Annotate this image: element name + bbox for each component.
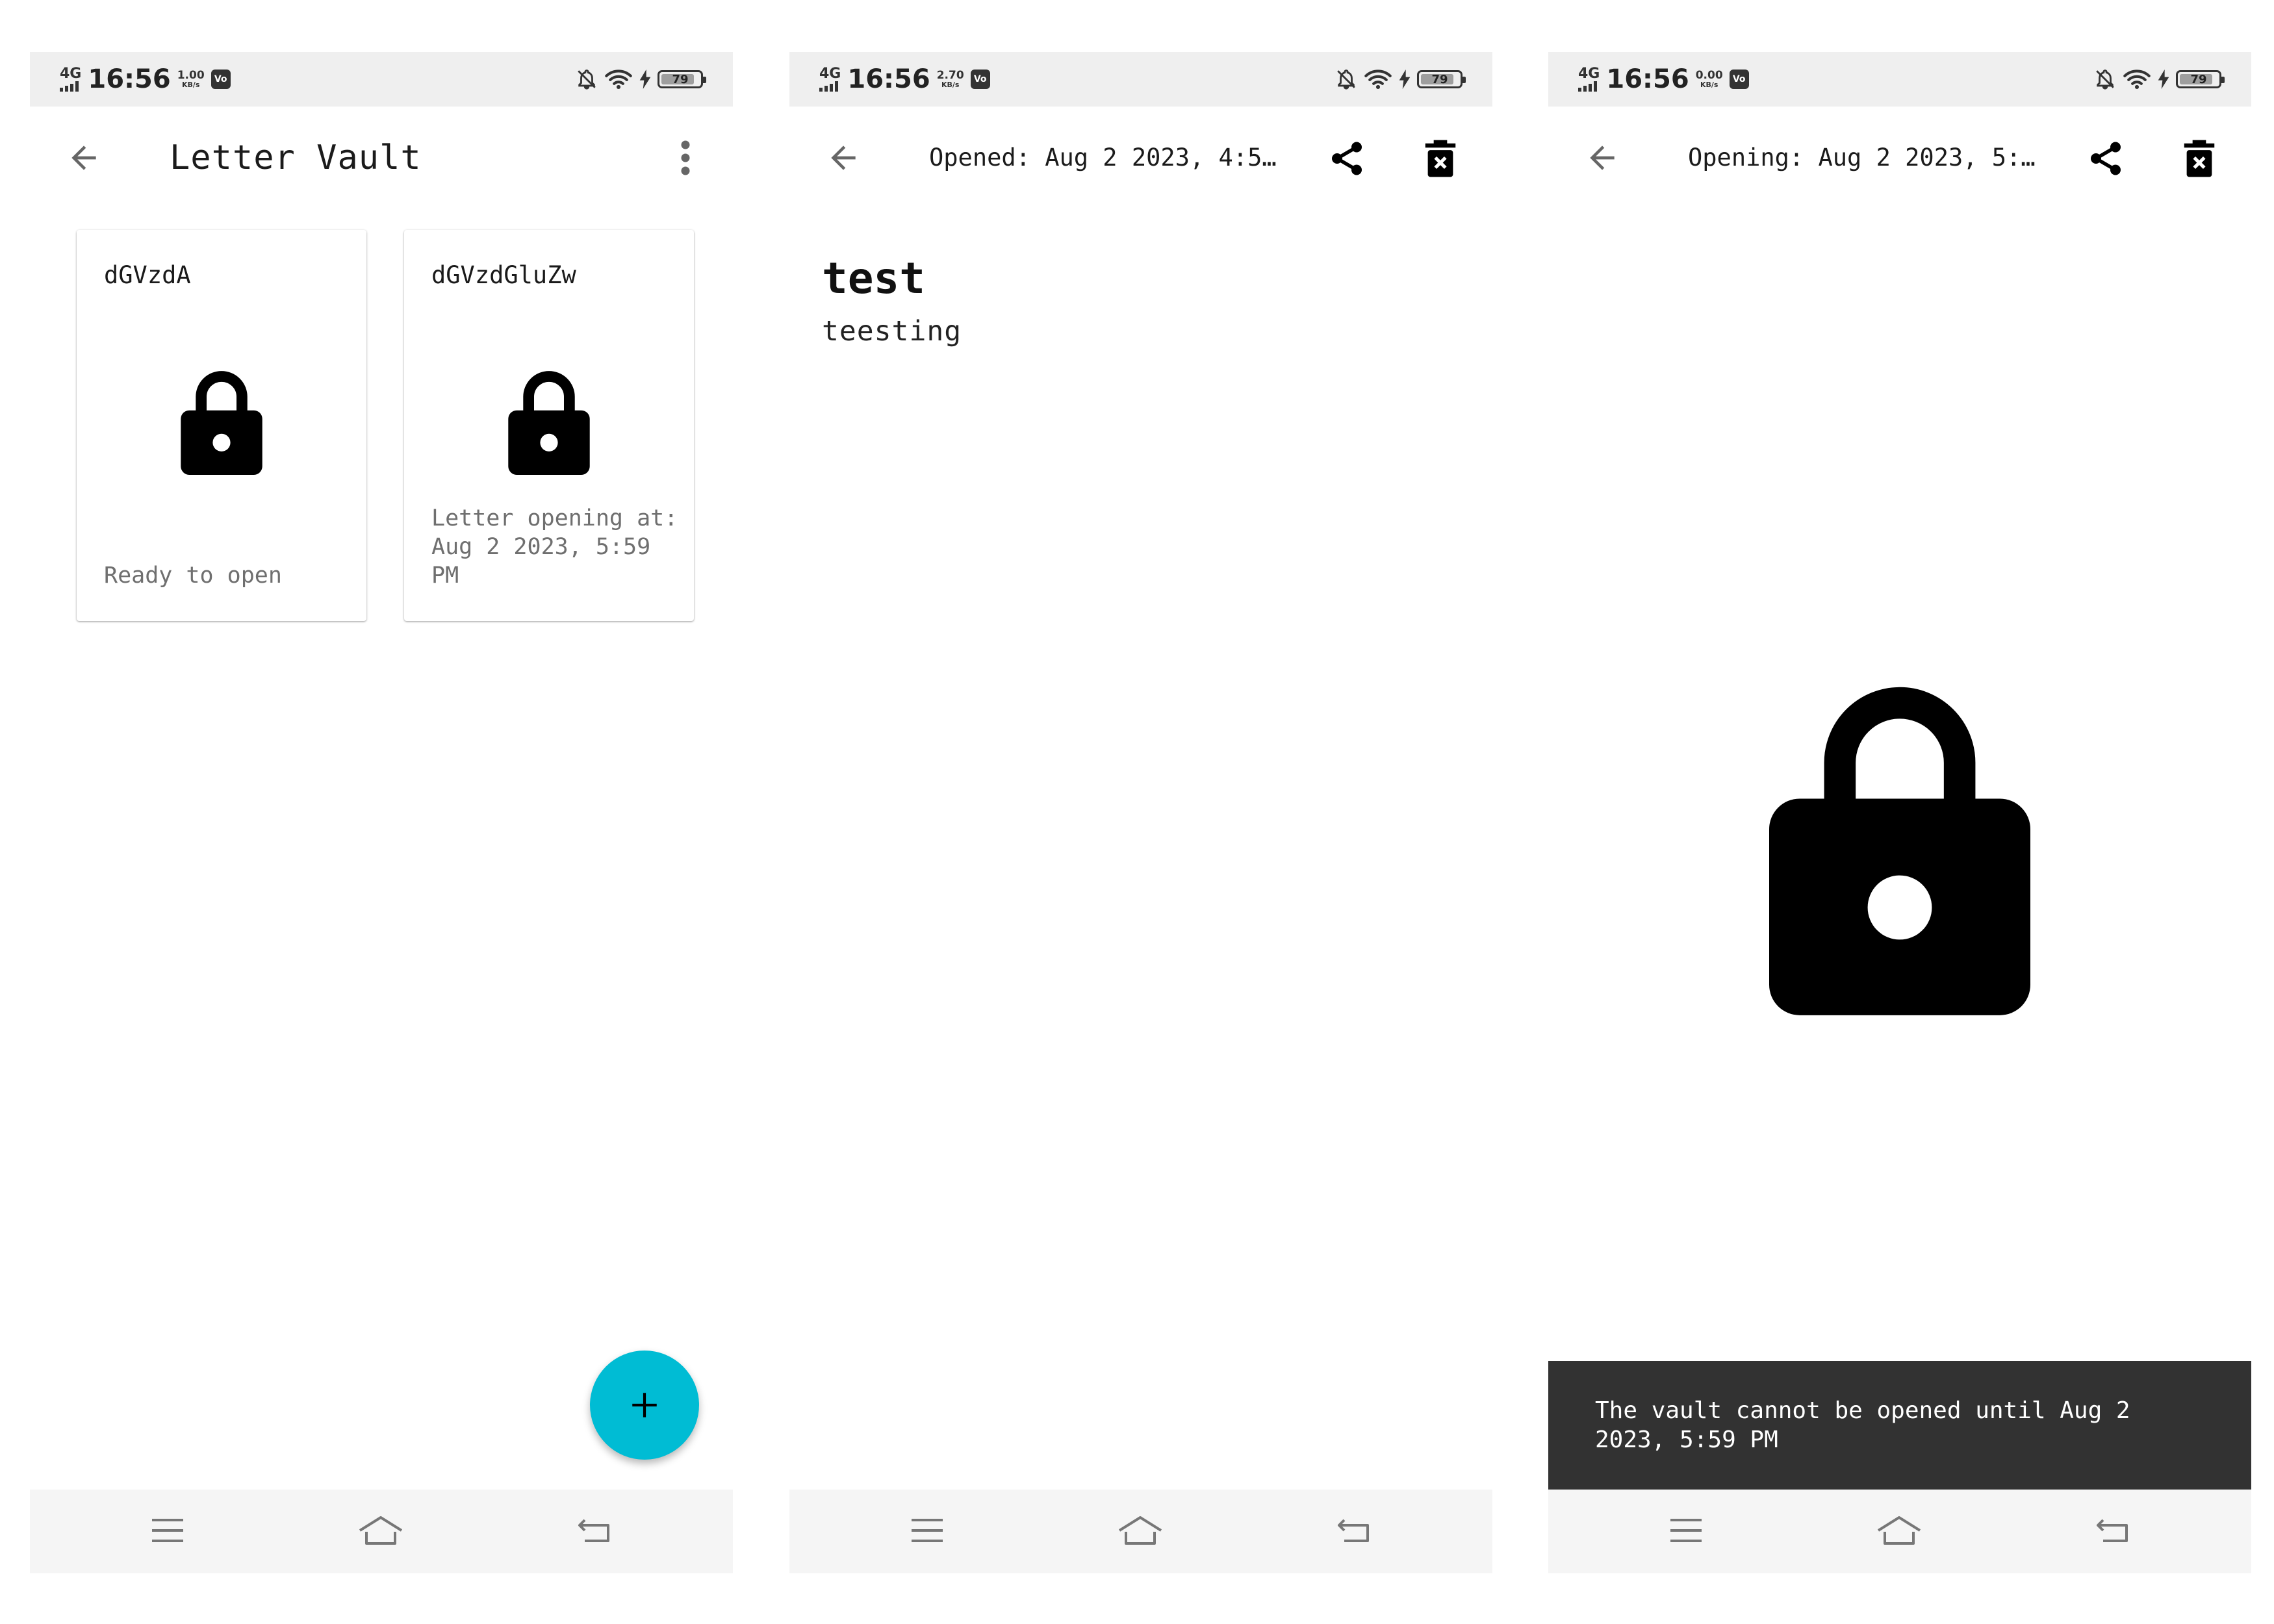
back-button[interactable] [822, 136, 865, 179]
network-speed: 2.70 KB/s [936, 68, 964, 89]
network-speed: 0.00 KB/s [1695, 68, 1723, 89]
nav-recents-button[interactable] [1660, 1508, 1712, 1553]
arrow-left-icon [831, 146, 856, 170]
nav-recents-button[interactable] [142, 1508, 194, 1553]
wifi-icon [605, 70, 632, 89]
delete-forever-icon [1425, 140, 1456, 177]
charging-icon [639, 70, 651, 89]
snackbar-message: The vault cannot be opened until Aug 2 2… [1595, 1397, 2130, 1453]
status-time: 16:56 [1606, 64, 1689, 94]
more-vert-icon [681, 140, 690, 175]
add-letter-button[interactable] [590, 1351, 699, 1460]
letter-card-status: Ready to open [104, 563, 282, 589]
nav-home-button[interactable] [1114, 1508, 1166, 1553]
nav-home-button[interactable] [355, 1508, 407, 1553]
share-icon [1332, 142, 1362, 175]
volte-icon: Vo [1729, 70, 1749, 89]
lock-icon [1769, 687, 2030, 1015]
share-button[interactable] [2082, 135, 2129, 182]
arrow-left-icon [1590, 146, 1615, 170]
cellular-signal-icon: 4G [819, 67, 841, 92]
screen-letter-locked: 4G 16:56 0.00 KB/s Vo 79 Opening: Aug 2 2… [1548, 52, 2251, 1573]
screen-letter-opened: 4G 16:56 2.70 KB/s Vo 79 Opened: Aug 2 20… [789, 52, 1492, 1573]
opening-date-title: Opening: Aug 2 2023, 5:59 PM [1688, 144, 2039, 171]
system-nav-bar [789, 1490, 1492, 1573]
cellular-signal-icon: 4G [60, 67, 81, 92]
battery-icon: 79 [658, 70, 706, 88]
menu-icon [912, 1519, 943, 1542]
delete-forever-icon [2184, 140, 2215, 177]
return-icon [1338, 1519, 1369, 1542]
system-nav-bar [30, 1490, 733, 1573]
back-button[interactable] [1581, 136, 1624, 179]
share-icon [2091, 142, 2121, 175]
nav-home-button[interactable] [1873, 1508, 1925, 1553]
battery-icon: 79 [1417, 70, 1466, 88]
letter-title: test [822, 253, 925, 303]
home-icon [1877, 1516, 1921, 1545]
system-nav-bar [1548, 1490, 2251, 1573]
battery-icon: 79 [2176, 70, 2225, 88]
overflow-menu-button[interactable] [664, 136, 707, 179]
letter-card-status: Letter opening at: Aug 2 2023, 5:59 PM [431, 505, 678, 589]
arrow-left-icon [71, 146, 96, 170]
status-bar: 4G 16:56 1.00 KB/s Vo 79 [30, 52, 733, 107]
letter-card-title: dGVzdGluZw [431, 261, 576, 289]
letter-body: teesting [822, 315, 962, 348]
app-bar: Opening: Aug 2 2023, 5:59 PM [1548, 107, 2251, 209]
snackbar: The vault cannot be opened until Aug 2 2… [1548, 1361, 2251, 1490]
silent-bell-icon [578, 70, 596, 90]
screen-letter-list: 4G 16:56 1.00 KB/s Vo 79 Letter Vault dGV… [30, 52, 733, 1573]
app-bar: Letter Vault [30, 107, 733, 209]
status-time: 16:56 [88, 64, 171, 94]
status-bar: 4G 16:56 2.70 KB/s Vo 79 [789, 52, 1492, 107]
silent-bell-icon [2096, 70, 2114, 90]
wifi-icon [2123, 70, 2151, 89]
back-button[interactable] [62, 136, 105, 179]
status-time: 16:56 [847, 64, 930, 94]
share-button[interactable] [1323, 135, 1370, 182]
plus-icon [632, 1393, 657, 1417]
opened-date-title: Opened: Aug 2 2023, 4:56 PM [929, 144, 1280, 171]
silent-bell-icon [1337, 70, 1355, 90]
menu-icon [1670, 1519, 1702, 1542]
letter-card-title: dGVzdA [104, 261, 191, 289]
status-bar: 4G 16:56 0.00 KB/s Vo 79 [1548, 52, 2251, 107]
return-icon [2097, 1519, 2128, 1542]
app-bar: Opened: Aug 2 2023, 4:56 PM [789, 107, 1492, 209]
nav-back-button[interactable] [569, 1508, 621, 1553]
cellular-signal-icon: 4G [1578, 67, 1600, 92]
home-icon [1118, 1516, 1162, 1545]
home-icon [359, 1516, 403, 1545]
letter-card[interactable]: dGVzdA Ready to open [77, 230, 366, 621]
letter-card[interactable]: dGVzdGluZw Letter opening at: Aug 2 2023… [404, 230, 694, 621]
lock-icon [508, 371, 590, 475]
nav-recents-button[interactable] [901, 1508, 953, 1553]
delete-button[interactable] [2176, 135, 2223, 182]
page-title: Letter Vault [170, 138, 422, 177]
volte-icon: Vo [970, 70, 990, 89]
charging-icon [1399, 70, 1411, 89]
volte-icon: Vo [211, 70, 231, 89]
nav-back-button[interactable] [1329, 1508, 1381, 1553]
wifi-icon [1364, 70, 1392, 89]
charging-icon [2158, 70, 2169, 89]
menu-icon [152, 1519, 183, 1542]
nav-back-button[interactable] [2088, 1508, 2140, 1553]
delete-button[interactable] [1417, 135, 1464, 182]
return-icon [578, 1519, 609, 1542]
lock-icon [181, 371, 262, 475]
network-speed: 1.00 KB/s [177, 68, 205, 89]
